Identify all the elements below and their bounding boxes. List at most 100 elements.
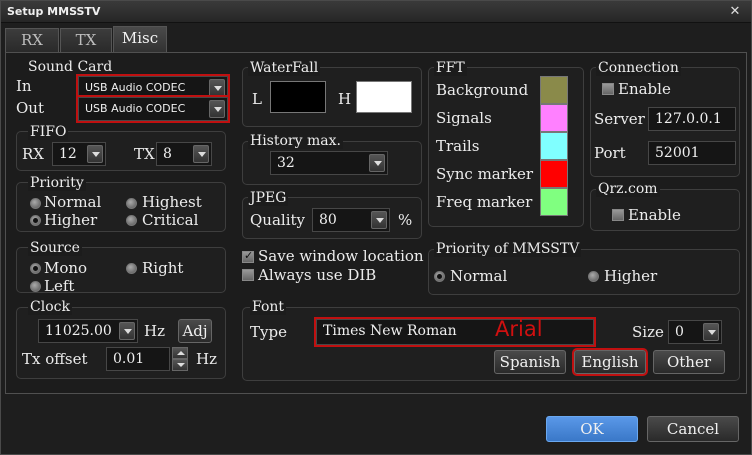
- priority-critical-radio[interactable]: [126, 215, 137, 226]
- chevron-down-icon[interactable]: [209, 79, 225, 97]
- tx-offset-stepper[interactable]: [172, 347, 188, 371]
- jpeg-label: JPEG: [248, 190, 289, 206]
- tx-offset-label: Tx offset: [22, 350, 88, 368]
- font-annotation: Arial: [495, 317, 543, 341]
- window-title: Setup MMSSTV: [7, 5, 101, 18]
- fft-sync-marker-swatch[interactable]: [540, 160, 568, 188]
- fft-sync-marker-label: Sync marker: [436, 165, 534, 183]
- tab-misc[interactable]: Misc: [113, 26, 167, 52]
- misc-panel: Sound Card In USB Audio CODEC Out USB Au…: [5, 52, 747, 394]
- save-window-location-checkbox[interactable]: [242, 249, 254, 263]
- always-use-dib-checkbox[interactable]: [242, 269, 254, 281]
- tab-rx[interactable]: RX: [5, 28, 59, 52]
- chevron-down-icon[interactable]: [87, 145, 103, 163]
- chevron-down-icon[interactable]: [193, 145, 209, 163]
- fft-background-label: Background: [436, 81, 529, 99]
- history-select[interactable]: 32: [270, 151, 388, 175]
- sound-out-select[interactable]: USB Audio CODEC: [76, 95, 230, 123]
- ok-button[interactable]: OK: [546, 416, 638, 442]
- fifo-rx-value: 12: [59, 146, 77, 162]
- clock-value: 11025.00: [45, 323, 112, 339]
- font-type-value: Times New Roman: [323, 323, 457, 339]
- priority-critical-label: Critical: [142, 211, 199, 229]
- fifo-rx-label: RX: [22, 145, 44, 163]
- server-input[interactable]: 127.0.0.1: [648, 107, 736, 131]
- fft-background-swatch[interactable]: [540, 76, 568, 104]
- chevron-down-icon[interactable]: [703, 323, 719, 341]
- in-label: In: [16, 77, 32, 95]
- chevron-down-icon[interactable]: [371, 211, 387, 229]
- font-type-label: Type: [250, 323, 287, 341]
- fifo-tx-value: 8: [163, 146, 172, 162]
- font-size-select[interactable]: 0: [668, 320, 722, 344]
- waterfall-high-swatch[interactable]: [356, 81, 412, 113]
- port-input[interactable]: 52001: [648, 141, 736, 165]
- quality-label: Quality: [250, 211, 305, 229]
- qrz-enable-label: Enable: [628, 206, 681, 224]
- font-size-value: 0: [675, 324, 684, 340]
- priority-normal-radio[interactable]: [30, 198, 41, 209]
- other-button[interactable]: Other: [653, 350, 725, 374]
- qrz-label: Qrz.com: [596, 181, 660, 197]
- english-button[interactable]: English: [572, 348, 648, 376]
- source-label: Source: [28, 240, 82, 256]
- fft-trails-label: Trails: [436, 137, 480, 155]
- title-bar: Setup MMSSTV ✕: [1, 1, 751, 23]
- clock-select[interactable]: 11025.00: [38, 319, 138, 343]
- font-size-label: Size: [632, 323, 664, 341]
- connection-enable-checkbox[interactable]: [602, 83, 614, 95]
- priority-highest-label: Highest: [142, 193, 202, 211]
- priority-higher-radio[interactable]: [30, 215, 41, 226]
- waterfall-h-label: H: [338, 90, 352, 108]
- priority-highest-radio[interactable]: [126, 198, 137, 209]
- qrz-enable-checkbox[interactable]: [612, 209, 624, 221]
- tab-tx[interactable]: TX: [60, 28, 112, 52]
- close-icon[interactable]: ✕: [727, 4, 743, 20]
- chevron-down-icon[interactable]: [209, 100, 225, 118]
- fft-signals-label: Signals: [436, 109, 492, 127]
- chevron-up-icon[interactable]: [172, 347, 188, 359]
- fft-freq-marker-swatch[interactable]: [540, 188, 568, 216]
- mmsstv-higher-radio[interactable]: [588, 271, 599, 282]
- fft-trails-swatch[interactable]: [540, 132, 568, 160]
- source-left-label: Left: [44, 277, 75, 295]
- always-use-dib-label: Always use DIB: [258, 266, 377, 284]
- fifo-rx-select[interactable]: 12: [52, 142, 106, 166]
- tx-offset-input[interactable]: 0.01: [106, 347, 170, 371]
- chevron-down-icon[interactable]: [119, 322, 135, 340]
- fifo-tx-select[interactable]: 8: [156, 142, 212, 166]
- cancel-button[interactable]: Cancel: [647, 416, 739, 442]
- waterfall-label: WaterFall: [248, 60, 321, 76]
- priority-label: Priority: [28, 175, 86, 191]
- font-label: Font: [250, 299, 287, 315]
- out-label: Out: [16, 99, 44, 117]
- chevron-down-icon[interactable]: [369, 154, 385, 172]
- adj-button[interactable]: Adj: [178, 319, 212, 343]
- chevron-down-icon[interactable]: [172, 359, 188, 371]
- spanish-button[interactable]: Spanish: [494, 350, 566, 374]
- fft-freq-marker-label: Freq marker: [436, 193, 533, 211]
- tx-offset-unit: Hz: [196, 350, 217, 368]
- priority-higher-label: Higher: [44, 211, 98, 229]
- mmsstv-normal-radio[interactable]: [434, 271, 445, 282]
- history-value: 32: [277, 155, 295, 171]
- source-mono-radio[interactable]: [30, 263, 41, 274]
- quality-value: 80: [319, 212, 337, 228]
- source-left-radio[interactable]: [30, 281, 41, 292]
- sound-in-value: USB Audio CODEC: [85, 81, 186, 94]
- connection-label: Connection: [596, 60, 681, 76]
- server-label: Server: [594, 110, 645, 128]
- source-right-label: Right: [142, 259, 184, 277]
- sound-card-label: Sound Card: [26, 59, 115, 75]
- connection-enable-label: Enable: [618, 80, 671, 98]
- mmsstv-higher-label: Higher: [604, 267, 658, 285]
- fft-signals-swatch[interactable]: [540, 104, 568, 132]
- quality-select[interactable]: 80: [312, 208, 390, 232]
- source-mono-label: Mono: [44, 259, 88, 277]
- source-right-radio[interactable]: [126, 263, 137, 274]
- fifo-label: FIFO: [28, 124, 69, 140]
- clock-unit: Hz: [144, 322, 165, 340]
- port-label: Port: [594, 144, 626, 162]
- font-type-input[interactable]: Times New Roman Arial: [314, 317, 596, 347]
- waterfall-low-swatch[interactable]: [270, 81, 326, 113]
